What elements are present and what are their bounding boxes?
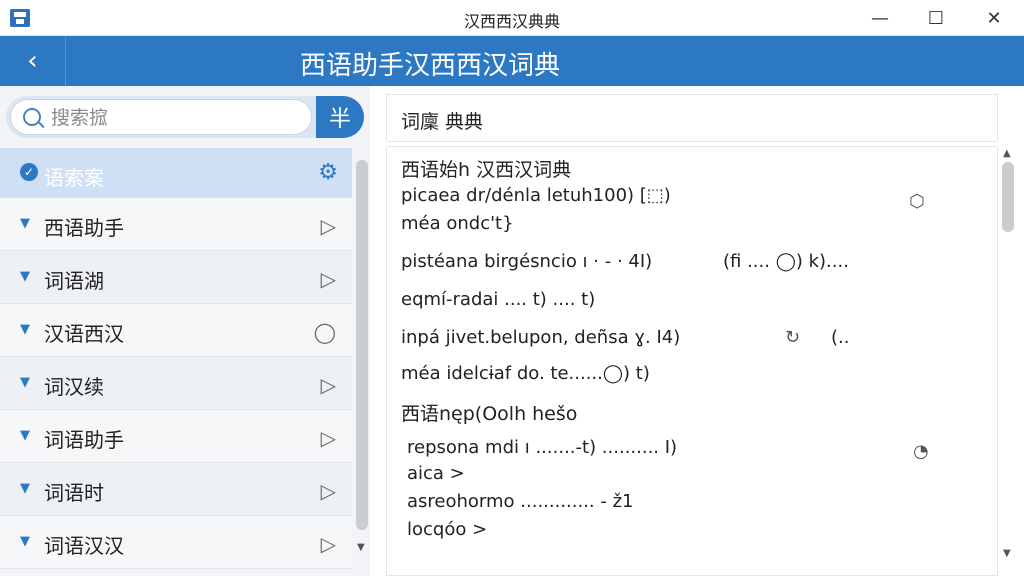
check-icon: ✓ bbox=[20, 163, 38, 181]
refresh-icon[interactable]: ↻ bbox=[785, 327, 800, 348]
search-icon bbox=[23, 108, 41, 126]
hexagon-icon[interactable]: ⬡ bbox=[909, 191, 925, 212]
sidebar-item-label: 词汉续 bbox=[44, 375, 104, 399]
tag-icon[interactable]: ▷ bbox=[321, 532, 336, 556]
title-bar: 汉西西汉典典 — ☐ ✕ bbox=[0, 0, 1024, 36]
chevron-down-icon: ▼ bbox=[20, 481, 30, 496]
chevron-down-icon: ▼ bbox=[20, 534, 30, 549]
sidebar-item-label: 西语助手 bbox=[44, 216, 124, 240]
app-header: ‹ 西语助手汉西西汉词典 bbox=[0, 36, 1024, 86]
close-button[interactable]: ✕ bbox=[964, 0, 1024, 36]
circle-icon[interactable]: ◯ bbox=[314, 320, 336, 344]
chevron-down-icon: ▼ bbox=[20, 428, 30, 443]
sidebar-scrollbar[interactable]: ▼ bbox=[354, 150, 370, 560]
entry-line: méa idelcɨaf do. te......◯) t) bbox=[401, 363, 650, 384]
entry-heading: 西语始h 汉西汉词典 bbox=[401, 159, 572, 181]
sidebar-item-3[interactable]: ▼ 汉语西汉 ◯ bbox=[0, 304, 352, 357]
sidebar-item-7[interactable]: ▼ 词语汉汉 ▷ bbox=[0, 516, 352, 569]
gear-icon[interactable]: ⚙ bbox=[318, 160, 338, 185]
entry-line: (.. bbox=[831, 327, 850, 348]
panel-header: 词廩 典典 bbox=[386, 94, 998, 142]
panel-scrollbar[interactable]: ▲ ▼ bbox=[998, 146, 1020, 576]
tag-icon[interactable]: ▷ bbox=[321, 479, 336, 503]
minimize-button[interactable]: — bbox=[850, 0, 910, 36]
search-bar: 半 bbox=[6, 96, 364, 138]
back-button[interactable]: ‹ bbox=[0, 36, 66, 86]
sidebar-item-2[interactable]: ▼ 词语湖 ▷ bbox=[0, 251, 352, 304]
search-button[interactable]: 半 bbox=[316, 96, 364, 138]
entry-subheading: 西语nęp(Oolh hešo bbox=[401, 403, 578, 425]
entry-line: inpá jivet.belupon, deñsa ɣ. I4) bbox=[401, 327, 681, 348]
page-title: 西语助手汉西西汉词典 bbox=[300, 51, 561, 81]
dictionary-panel: 西语始h 汉西汉词典 picaea dr/dénla letuh100) [⬚)… bbox=[386, 146, 998, 576]
sidebar-item-label: 词语时 bbox=[44, 481, 104, 505]
entry-line: (ﬁ .... ◯) k).... bbox=[723, 251, 849, 272]
sidebar-item-label: 词语助手 bbox=[44, 428, 124, 452]
entry-line: méa ondc't} bbox=[401, 213, 514, 234]
sidebar-item-5[interactable]: ▼ 词语助手 ▷ bbox=[0, 410, 352, 463]
panel-scroll-thumb[interactable] bbox=[1002, 162, 1014, 232]
sidebar-item-1[interactable]: ▼ 西语助手 ▷ bbox=[0, 198, 352, 251]
scroll-down-arrow-icon[interactable]: ▼ bbox=[1003, 548, 1011, 559]
panel-header-title: 词廩 典典 bbox=[401, 111, 484, 133]
sidebar-list: ✓ 语索案 ⚙ ▼ 西语助手 ▷ ▼ 词语湖 ▷ ▼ 汉语西汉 ◯ ▼ 词汉续 … bbox=[0, 148, 352, 569]
chevron-down-icon: ▼ bbox=[20, 216, 30, 231]
entry-link[interactable]: locqóo > bbox=[407, 519, 487, 540]
tag-icon[interactable]: ▷ bbox=[321, 267, 336, 291]
entry-line: picaea dr/dénla letuh100) [⬚) bbox=[401, 185, 671, 206]
sidebar-item-6[interactable]: ▼ 词语时 ▷ bbox=[0, 463, 352, 516]
sidebar-item-4[interactable]: ▼ 词汉续 ▷ bbox=[0, 357, 352, 410]
tag-icon[interactable]: ▷ bbox=[321, 373, 336, 397]
tag-icon[interactable]: ▷ bbox=[321, 426, 336, 450]
sidebar: 半 ✓ 语索案 ⚙ ▼ 西语助手 ▷ ▼ 词语湖 ▷ ▼ 汉语西汉 ◯ ▼ 词汉… bbox=[0, 86, 370, 576]
sidebar-item-label: 语索案 bbox=[44, 166, 104, 190]
chevron-down-icon: ▼ bbox=[20, 322, 30, 337]
entry-line: asreohormo ............. - ž1 bbox=[407, 491, 634, 512]
entry-line: pistéana birgésncio ı · - · 4I) bbox=[401, 251, 653, 272]
search-box bbox=[10, 99, 312, 135]
chevron-down-icon: ▼ bbox=[20, 375, 30, 390]
speaker-icon[interactable]: ◔ bbox=[913, 441, 929, 462]
search-input[interactable] bbox=[51, 104, 301, 132]
sidebar-item-label: 词语汉汉 bbox=[44, 534, 124, 558]
sidebar-item-0[interactable]: ✓ 语索案 ⚙ bbox=[0, 148, 352, 198]
maximize-button[interactable]: ☐ bbox=[906, 0, 966, 36]
tag-icon[interactable]: ▷ bbox=[321, 214, 336, 238]
sidebar-scroll-thumb[interactable] bbox=[356, 160, 368, 530]
entry-line: repsona mdi ı .......-t) .......... I) bbox=[407, 437, 678, 458]
scroll-up-arrow-icon[interactable]: ▲ bbox=[1003, 148, 1011, 159]
sidebar-item-label: 汉语西汉 bbox=[44, 322, 124, 346]
entry-link[interactable]: aica > bbox=[407, 463, 465, 484]
chevron-down-icon: ▼ bbox=[20, 269, 30, 284]
sidebar-item-label: 词语湖 bbox=[44, 269, 104, 293]
scroll-down-arrow-icon[interactable]: ▼ bbox=[357, 542, 365, 553]
entry-line: eqmí-radai .... t) .... t) bbox=[401, 289, 596, 310]
